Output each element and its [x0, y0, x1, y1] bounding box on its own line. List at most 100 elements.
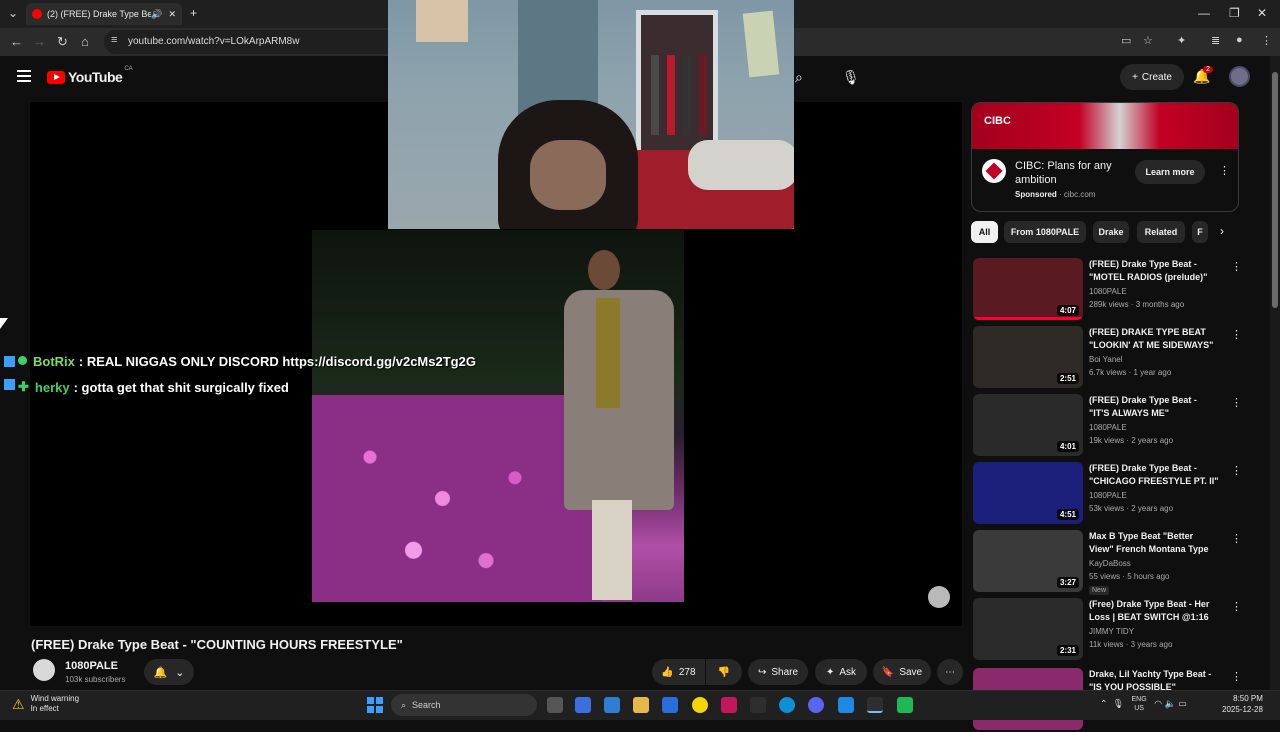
recommendation-title[interactable]: (Free) Drake Type Beat - Her Loss | BEAT…: [1089, 598, 1219, 624]
app-icon[interactable]: [838, 697, 854, 713]
recommendation-channel[interactable]: KayDaBoss: [1089, 559, 1131, 568]
tab-audio-icon[interactable]: 🔊: [151, 9, 162, 20]
site-info-icon[interactable]: ≡: [111, 34, 117, 46]
ad-title[interactable]: CIBC: Plans for any ambition: [1015, 159, 1125, 187]
hamburger-menu-icon[interactable]: [17, 70, 31, 82]
cast-icon[interactable]: ▭: [1121, 34, 1131, 47]
forward-icon[interactable]: →: [33, 34, 46, 49]
chevron-up-icon: ⌃: [1100, 698, 1108, 709]
page-scrollbar[interactable]: [1270, 56, 1280, 690]
minimize-icon[interactable]: —: [1198, 6, 1210, 20]
recommendation-title[interactable]: (FREE) Drake Type Beat - "CHICAGO FREEST…: [1089, 462, 1219, 488]
reading-list-icon[interactable]: ≣: [1211, 34, 1220, 47]
file-explorer-icon[interactable]: [633, 697, 649, 713]
create-button[interactable]: + Create: [1120, 64, 1184, 90]
system-tray[interactable]: ⌃ 🎙 ENG US ◠ 🔈 ▭: [1100, 695, 1187, 713]
maximize-icon[interactable]: ❐: [1229, 6, 1240, 20]
weather-widget[interactable]: ⚠ Wind warning In effect: [12, 694, 79, 714]
extensions-icon[interactable]: ✦: [1177, 34, 1186, 47]
plus-badge-icon: ✚: [18, 379, 29, 394]
like-button[interactable]: 👍 278: [652, 659, 705, 685]
app-icon[interactable]: [662, 697, 678, 713]
recommendation-thumbnail[interactable]: 2:51: [973, 326, 1083, 388]
more-vertical-icon[interactable]: ⋮: [1231, 328, 1242, 341]
app-icon[interactable]: [721, 697, 737, 713]
learn-more-button[interactable]: Learn more: [1135, 160, 1205, 184]
sponsored-ad-card[interactable]: CIBC CIBC: Plans for any ambition Sponso…: [971, 102, 1239, 212]
close-window-icon[interactable]: ✕: [1257, 6, 1267, 20]
recommendation-item[interactable]: 4:07 (FREE) Drake Type Beat - "MOTEL RADI…: [973, 258, 1243, 322]
more-vertical-icon[interactable]: ⋮: [1231, 670, 1242, 683]
recommendation-item[interactable]: 4:01 (FREE) Drake Type Beat - "IT'S ALWAY…: [973, 394, 1243, 458]
recommendation-item[interactable]: 2:31 (Free) Drake Type Beat - Her Loss | …: [973, 598, 1243, 662]
snapchat-icon[interactable]: [692, 697, 708, 713]
dislike-button[interactable]: 👎: [706, 659, 742, 685]
recommendation-thumbnail[interactable]: 4:07: [973, 258, 1083, 320]
taskbar-clock[interactable]: 8:50 PM 2025-12-28: [1222, 693, 1263, 715]
reload-icon[interactable]: ↻: [57, 34, 68, 50]
bookmark-star-icon[interactable]: ☆: [1143, 34, 1153, 47]
edge-icon[interactable]: [779, 697, 795, 713]
copilot-icon[interactable]: [575, 697, 591, 713]
recommendation-thumbnail[interactable]: 2:31: [973, 598, 1083, 660]
photos-icon[interactable]: [604, 697, 620, 713]
upload-age: 5 hours ago: [1127, 572, 1170, 581]
tab-close-icon[interactable]: ✕: [168, 9, 176, 20]
new-tab-icon[interactable]: +: [190, 6, 197, 20]
recommendation-channel[interactable]: 1080PALE: [1089, 423, 1127, 432]
channel-avatar[interactable]: [33, 659, 55, 681]
taskbar-search[interactable]: ⌕ Search: [391, 694, 537, 716]
chip-more[interactable]: F: [1192, 221, 1208, 243]
recommendation-item[interactable]: 2:51 (FREE) DRAKE TYPE BEAT "LOOKIN' AT M…: [973, 326, 1243, 390]
recommendation-title[interactable]: (FREE) Drake Type Beat - "IT'S ALWAYS ME…: [1089, 394, 1219, 420]
chip-drake[interactable]: Drake: [1093, 221, 1129, 243]
youtube-logo[interactable]: YouTube CA: [47, 66, 133, 85]
ask-button[interactable]: ✦ Ask: [815, 659, 867, 685]
recommendation-channel[interactable]: 1080PALE: [1089, 491, 1127, 500]
recommendation-channel[interactable]: JIMMY TIDY: [1089, 627, 1134, 636]
chip-related[interactable]: Related: [1137, 221, 1185, 243]
search-icon[interactable]: ⌕: [795, 69, 803, 86]
view-count: 19k views: [1089, 436, 1125, 445]
browser-tab[interactable]: (2) (FREE) Drake Type Beat 🔊 ✕: [26, 3, 182, 25]
back-icon[interactable]: ←: [10, 34, 23, 49]
more-vertical-icon[interactable]: ⋮: [1231, 260, 1242, 273]
microphone-icon[interactable]: 🎙: [842, 69, 860, 86]
save-button[interactable]: 🔖 Save: [873, 659, 931, 685]
channel-watermark-icon[interactable]: [928, 586, 950, 608]
profile-icon[interactable]: ●: [1236, 34, 1243, 46]
recommendation-channel[interactable]: Boi Yanel: [1089, 355, 1123, 364]
discord-icon[interactable]: [808, 697, 824, 713]
tab-list-icon[interactable]: ⌄: [8, 6, 18, 20]
account-avatar[interactable]: [1229, 66, 1250, 87]
recommendation-title[interactable]: (FREE) DRAKE TYPE BEAT "LOOKIN' AT ME SI…: [1089, 326, 1219, 352]
recommendation-thumbnail[interactable]: 4:51: [973, 462, 1083, 524]
recommendation-channel[interactable]: 1080PALE: [1089, 287, 1127, 296]
recommendation-thumbnail[interactable]: 4:01: [973, 394, 1083, 456]
more-vertical-icon[interactable]: ⋮: [1231, 532, 1242, 545]
browser-menu-icon[interactable]: ⋮: [1261, 34, 1272, 47]
start-windows-icon[interactable]: [367, 697, 383, 713]
app-icon[interactable]: [897, 697, 913, 713]
chip-from-channel[interactable]: From 1080PALE: [1004, 221, 1086, 243]
recommendation-title[interactable]: Max B Type Beat "Better View" French Mon…: [1089, 530, 1219, 556]
chip-all[interactable]: All: [971, 221, 998, 243]
more-vertical-icon[interactable]: ⋮: [1231, 396, 1242, 409]
more-actions-button[interactable]: ⋯: [937, 659, 963, 685]
task-view-icon[interactable]: [547, 697, 563, 713]
app-icon[interactable]: [750, 697, 766, 713]
more-vertical-icon[interactable]: ⋮: [1231, 600, 1242, 613]
scrollbar-thumb[interactable]: [1272, 72, 1278, 308]
chrome-icon[interactable]: [867, 697, 883, 713]
chevron-right-icon[interactable]: ›: [1220, 224, 1224, 238]
recommendation-title[interactable]: (FREE) Drake Type Beat - "MOTEL RADIOS (…: [1089, 258, 1219, 284]
home-icon[interactable]: ⌂: [81, 34, 89, 49]
subscribed-bell-button[interactable]: 🔔 ⌄: [144, 659, 194, 685]
recommendation-item[interactable]: 4:51 (FREE) Drake Type Beat - "CHICAGO FR…: [973, 462, 1243, 526]
channel-name[interactable]: 1080PALE: [65, 660, 118, 672]
recommendation-item[interactable]: 3:27 Max B Type Beat "Better View" French…: [973, 530, 1243, 595]
more-vertical-icon[interactable]: ⋮: [1231, 464, 1242, 477]
recommendation-thumbnail[interactable]: 3:27: [973, 530, 1083, 592]
share-button[interactable]: ↪ Share: [748, 659, 808, 685]
more-vertical-icon[interactable]: ⋮: [1219, 164, 1230, 177]
